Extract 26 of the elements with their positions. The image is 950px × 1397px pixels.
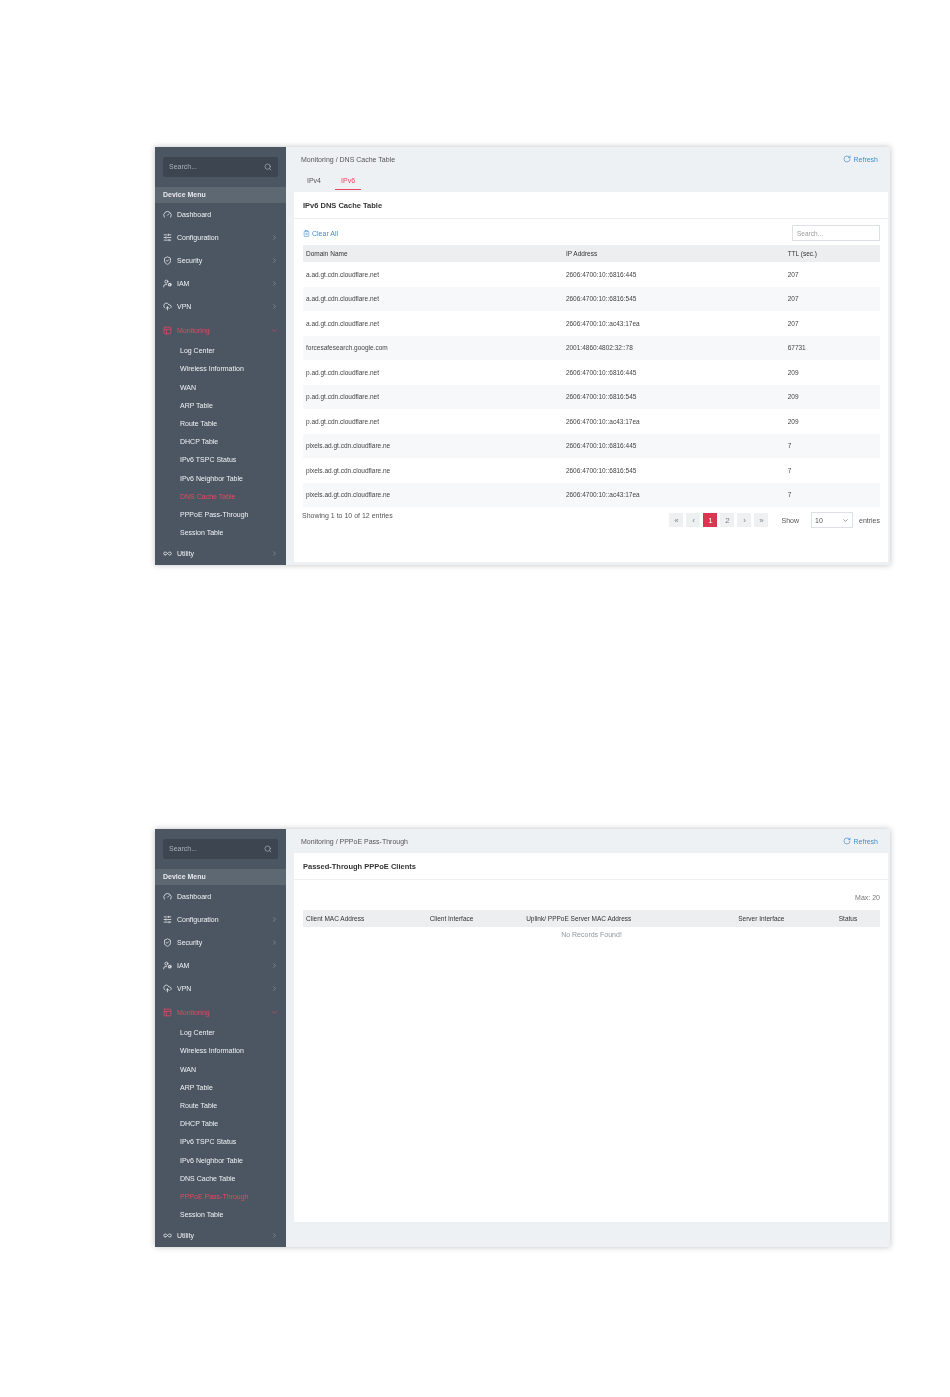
sliders-icon [163, 914, 172, 924]
clipboard-icon [303, 229, 310, 237]
page-button[interactable]: › [737, 513, 752, 527]
infinity-icon [163, 548, 172, 558]
shield-icon [163, 256, 172, 266]
page-button[interactable]: « [669, 513, 684, 527]
infinity-icon [163, 1230, 172, 1240]
page-button[interactable]: 2 [720, 513, 735, 527]
monitor-icon [163, 1007, 172, 1017]
page-button[interactable]: 1 [703, 513, 718, 527]
search-icon[interactable] [264, 844, 272, 853]
refresh-icon [843, 837, 852, 845]
gauge-icon [163, 891, 172, 901]
search-icon[interactable] [264, 162, 272, 171]
monitor-icon [163, 325, 172, 335]
user-gear-icon [163, 961, 172, 971]
page-button[interactable]: » [754, 513, 769, 527]
cloud-icon [163, 302, 172, 312]
refresh-icon [843, 155, 852, 163]
sliders-icon [163, 232, 172, 242]
cloud-icon [163, 984, 172, 994]
gauge-icon [163, 209, 172, 219]
page-button[interactable]: ‹ [686, 513, 701, 527]
shield-icon [163, 938, 172, 948]
chevron-down-icon [842, 516, 849, 524]
user-gear-icon [163, 279, 172, 289]
